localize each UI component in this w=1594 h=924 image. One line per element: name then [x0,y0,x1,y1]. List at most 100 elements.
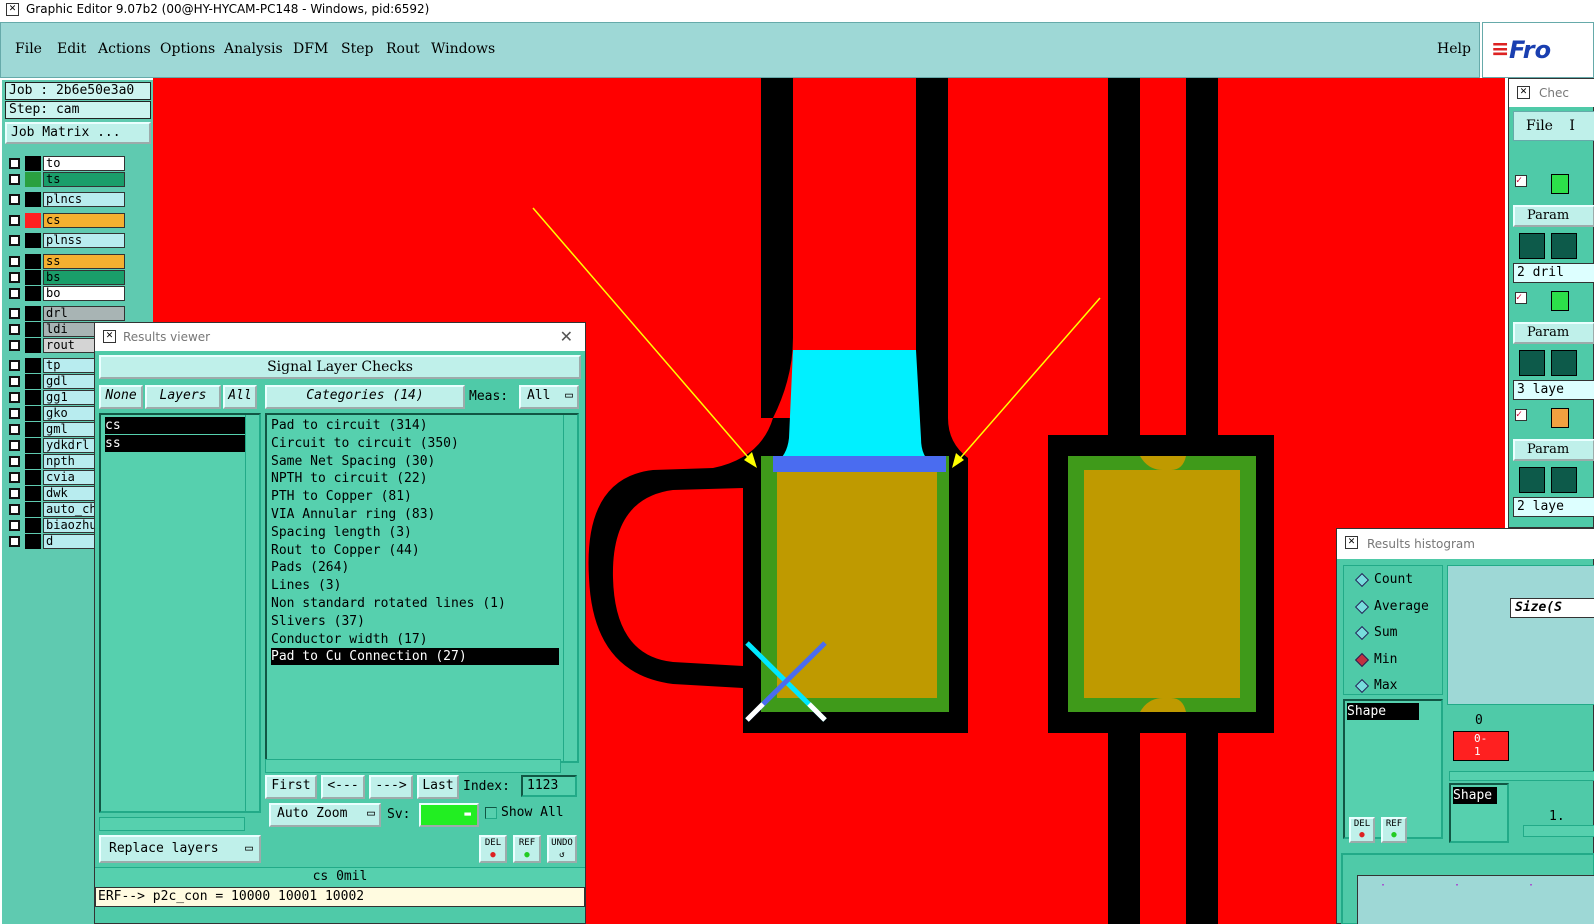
check-3-run-icon[interactable] [1519,467,1545,493]
layer-checkbox[interactable] [9,288,20,299]
check-2-params-button[interactable]: Param [1513,322,1594,344]
stat-option-min[interactable]: Min [1354,650,1397,670]
auto-zoom-dropdown[interactable]: Auto Zoom ▭ [269,803,381,827]
check-2-checkbox[interactable]: ✓ [1515,292,1527,304]
check-1-run-alt-icon[interactable] [1551,233,1577,259]
layer-checkbox[interactable] [9,256,20,267]
layer-checkbox[interactable] [9,520,20,531]
menu-actions[interactable]: Actions [98,41,151,57]
layer-row-plnss[interactable]: plnss [7,233,125,248]
stat-option-count[interactable]: Count [1354,570,1413,590]
layer-checkbox[interactable] [9,158,20,169]
next-button[interactable]: ---> [369,775,413,799]
check-1-params-button[interactable]: Param [1513,205,1594,227]
menu-rout[interactable]: Rout [386,41,420,57]
histogram-ref-icon[interactable]: REF ● [1381,817,1407,843]
check-3-run-alt-icon[interactable] [1551,467,1577,493]
layers-button[interactable]: Layers [145,385,221,409]
histogram-hscrollbar[interactable] [1449,771,1594,781]
category-item[interactable]: NPTH to circuit (22) [271,470,559,487]
category-list-hscrollbar[interactable] [265,759,561,773]
histogram-bin[interactable]: 0- 1 [1453,731,1509,761]
layer-row-plncs[interactable]: plncs [7,192,125,207]
layer-result-list[interactable]: cs ss [99,413,261,813]
list-item[interactable]: ss [105,435,245,452]
layer-checkbox[interactable] [9,215,20,226]
menu-analysis[interactable]: Analysis [224,41,283,57]
layer-checkbox[interactable] [9,440,20,451]
category-item[interactable]: VIA Annular ring (83) [271,506,559,523]
layer-checkbox[interactable] [9,536,20,547]
category-item[interactable]: Spacing length (3) [271,524,559,541]
job-matrix-button[interactable]: Job Matrix ... [5,122,151,144]
index-input[interactable]: 1123 [521,775,577,797]
layer-list-scrollbar[interactable] [245,415,259,811]
none-button[interactable]: None [99,385,143,409]
check-2-run-icon[interactable] [1519,350,1545,376]
layer-checkbox[interactable] [9,424,20,435]
layer-checkbox[interactable] [9,392,20,403]
layer-checkbox[interactable] [9,360,20,371]
category-item[interactable]: Same Net Spacing (30) [271,453,559,470]
layer-row-ts[interactable]: ts [7,172,125,187]
layer-checkbox[interactable] [9,194,20,205]
check-2-run-alt-icon[interactable] [1551,350,1577,376]
category-list-scrollbar[interactable] [563,415,577,761]
layer-row-cs[interactable]: cs [7,213,125,228]
layer-checkbox[interactable] [9,272,20,283]
stat-option-sum[interactable]: Sum [1354,623,1397,643]
category-item[interactable]: Conductor width (17) [271,631,559,648]
stat-option-max[interactable]: Max [1354,676,1397,696]
layer-row-bo[interactable]: bo [7,286,125,301]
category-item[interactable]: Rout to Copper (44) [271,542,559,559]
menu-windows[interactable]: Windows [431,41,495,57]
category-item[interactable]: PTH to Copper (81) [271,488,559,505]
category-list[interactable]: Pad to circuit (314) Circuit to circuit (… [265,413,579,763]
layer-checkbox[interactable] [9,456,20,467]
category-item[interactable]: Lines (3) [271,577,559,594]
category-item[interactable]: Pads (264) [271,559,559,576]
menu-step[interactable]: Step [341,41,373,57]
radio-diamond-icon[interactable] [1354,599,1370,614]
check-1-run-icon[interactable] [1519,233,1545,259]
list-item[interactable]: Shape [1347,703,1419,720]
layer-checkbox[interactable] [9,376,20,387]
ref-icon[interactable]: REF ● [513,835,541,863]
menu-file[interactable]: File [15,41,42,57]
categories-button[interactable]: Categories (14) [265,385,465,409]
layer-row-bs[interactable]: bs [7,270,125,285]
category-item[interactable]: Circuit to circuit (350) [271,435,559,452]
layer-checkbox[interactable] [9,308,20,319]
layer-checkbox[interactable] [9,504,20,515]
menu-help[interactable]: Help [1437,41,1471,57]
meas-dropdown[interactable]: All ▭ [519,385,579,409]
layer-checkbox[interactable] [9,472,20,483]
histogram-del-icon[interactable]: DEL ● [1349,817,1375,843]
category-item[interactable]: Non standard rotated lines (1) [271,595,559,612]
radio-diamond-icon[interactable] [1354,652,1370,667]
last-button[interactable]: Last [417,775,459,799]
category-item[interactable]: Pad to Cu Connection (27) [271,648,559,666]
first-button[interactable]: First [265,775,317,799]
check-3-params-button[interactable]: Param [1513,439,1594,461]
layer-checkbox[interactable] [9,174,20,185]
list-item[interactable]: cs [105,417,245,434]
show-all-checkbox[interactable] [485,807,497,819]
layer-list-hscrollbar[interactable] [99,817,245,831]
layer-checkbox[interactable] [9,324,20,335]
layer-row-to[interactable]: to [7,156,125,171]
previous-button[interactable]: <--- [321,775,365,799]
stat-option-average[interactable]: Average [1354,597,1429,617]
sv-color-dropdown[interactable]: ▬ [419,803,479,827]
all-button[interactable]: All [223,385,257,409]
replace-layers-dropdown[interactable]: Replace layers ▭ [99,835,261,863]
layer-checkbox[interactable] [9,408,20,419]
category-item[interactable]: Pad to circuit (314) [271,417,559,434]
close-icon[interactable]: ✕ [560,323,573,351]
layer-checkbox[interactable] [9,488,20,499]
menu-options[interactable]: Options [160,41,215,57]
category-item[interactable]: Slivers (37) [271,613,559,630]
layer-row-ss[interactable]: ss [7,254,125,269]
checklist-menu-extra[interactable]: I [1569,118,1575,134]
check-1-checkbox[interactable]: ✓ [1515,175,1527,187]
